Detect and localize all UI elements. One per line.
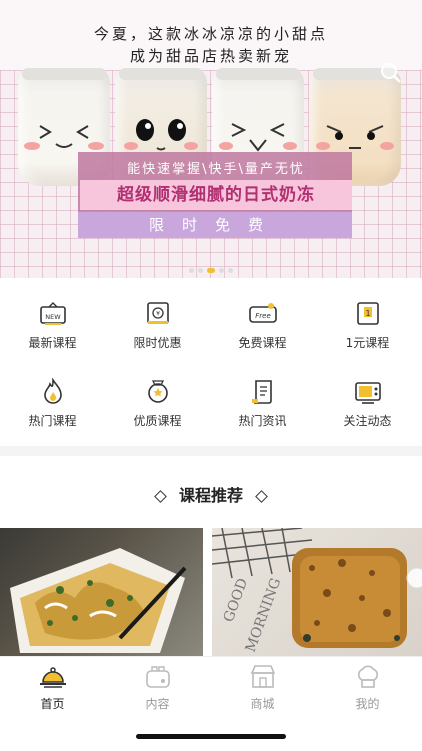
category-limited-discount[interactable]: ¥ 限时优惠	[105, 290, 210, 360]
banner-carousel[interactable]: 今夏，这款冰冰凉凉的小甜点 成为甜品店热卖新宠 能快速掌握\快手\量产无忧 超级…	[0, 0, 422, 278]
tab-shop[interactable]: 商城	[210, 663, 315, 712]
coupon-icon: ¥	[146, 302, 169, 324]
tab-content[interactable]: 内容	[105, 663, 210, 712]
chef-hat-icon	[357, 665, 378, 688]
carousel-dot[interactable]	[219, 268, 224, 273]
news-scroll-icon	[251, 380, 272, 404]
tab-label: 内容	[145, 697, 170, 711]
carousel-dot[interactable]	[189, 268, 194, 273]
svg-text:NEW: NEW	[45, 313, 61, 321]
category-label: 关注动态	[343, 414, 392, 428]
tab-label: 商城	[250, 697, 275, 711]
tab-label: 首页	[40, 697, 65, 711]
category-label: 热门资讯	[238, 414, 287, 428]
svg-text:Free: Free	[255, 312, 271, 320]
medal-icon	[147, 380, 168, 403]
carousel-dot[interactable]	[228, 268, 233, 273]
category-hot-news[interactable]: 热门资讯	[210, 368, 315, 438]
category-label: 1元课程	[345, 336, 390, 350]
promo-title: 超级顺滑细腻的日式奶冻	[117, 185, 315, 205]
toaster-icon	[145, 666, 170, 688]
category-label: 最新课程	[28, 336, 77, 350]
flame-icon	[43, 378, 62, 404]
cloche-icon	[39, 667, 66, 688]
promo-free-label: 限时免费	[78, 212, 352, 238]
section-header: 课程推荐	[0, 482, 422, 506]
new-badge-icon: NEW	[39, 302, 66, 325]
diamond-icon	[255, 490, 268, 503]
category-hot-courses[interactable]: 热门课程	[0, 368, 105, 438]
search-icon[interactable]	[380, 62, 402, 84]
shop-icon	[250, 665, 275, 688]
category-label: 限时优惠	[133, 336, 182, 350]
banner-headline-2: 成为甜品店热卖新宠	[129, 47, 292, 65]
course-image: GOOD MORNING	[212, 528, 422, 654]
mug-decoration: GOOD	[221, 576, 252, 624]
category-latest-courses[interactable]: NEW 最新课程	[0, 290, 105, 360]
tab-label: 我的	[355, 697, 380, 711]
section-divider	[0, 446, 422, 456]
section-title: 课程推荐	[178, 486, 243, 505]
carousel-dot[interactable]	[207, 268, 215, 273]
category-one-yuan-courses[interactable]: 1 1元课程	[315, 290, 420, 360]
banner-headline-1: 今夏，这款冰冰凉凉的小甜点	[93, 25, 328, 43]
tab-home[interactable]: 首页	[0, 663, 105, 712]
category-label: 热门课程	[28, 414, 77, 428]
carousel-dot[interactable]	[198, 268, 203, 273]
category-follow-updates[interactable]: 关注动态	[315, 368, 420, 438]
tab-mine[interactable]: 我的	[315, 663, 420, 712]
promo-title-box: 超级顺滑细腻的日式奶冻	[80, 180, 352, 210]
category-quality-courses[interactable]: 优质课程	[105, 368, 210, 438]
free-ticket-icon: Free	[248, 303, 277, 323]
tv-icon	[354, 382, 381, 404]
category-label: 免费课程	[238, 336, 287, 350]
course-card[interactable]: GOOD MORNING	[212, 528, 422, 658]
home-indicator	[136, 734, 286, 739]
carousel-indicator	[0, 258, 422, 277]
svg-text:¥: ¥	[156, 311, 160, 318]
svg-text:1: 1	[365, 309, 370, 318]
course-image	[10, 548, 187, 653]
promo-subtitle: 能快速掌握\快手\量产无忧	[127, 162, 305, 177]
category-label: 优质课程	[133, 414, 182, 428]
category-free-courses[interactable]: Free 免费课程	[210, 290, 315, 360]
diamond-icon	[154, 490, 167, 503]
one-yuan-icon: 1	[356, 302, 379, 325]
course-card[interactable]	[0, 528, 203, 658]
